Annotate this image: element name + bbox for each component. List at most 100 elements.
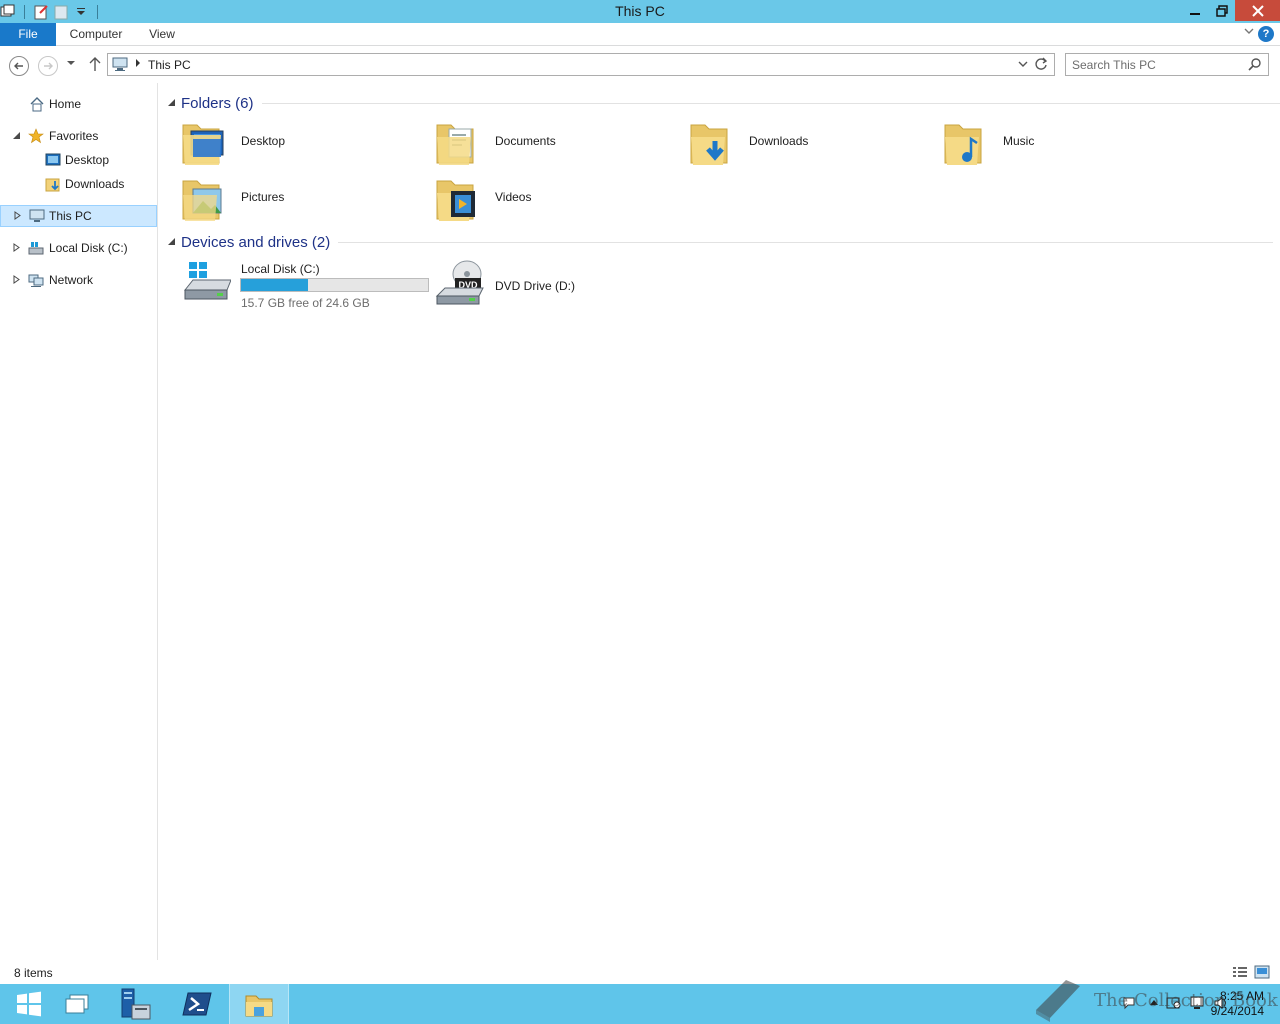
expand-icon[interactable] <box>13 210 22 222</box>
desktop-icon <box>45 152 61 168</box>
minimize-button[interactable] <box>1181 0 1208 21</box>
folder-label: Desktop <box>241 134 286 148</box>
windows-stack-icon <box>65 994 89 1014</box>
folder-tile-pictures[interactable]: Pictures <box>169 171 419 225</box>
drive-tile-dvd[interactable]: DVD DVD Drive (D:) <box>423 260 673 314</box>
nav-item-favorites-downloads[interactable]: Downloads <box>0 173 157 195</box>
expand-icon[interactable] <box>12 274 21 286</box>
back-arrow-icon <box>14 62 23 70</box>
recent-locations-button[interactable] <box>66 58 76 71</box>
expand-icon[interactable] <box>12 242 21 254</box>
downloads-folder-icon <box>689 117 737 167</box>
folder-tile-videos[interactable]: Videos <box>423 171 673 225</box>
refresh-icon[interactable] <box>1034 56 1048 75</box>
up-arrow-icon <box>89 57 101 71</box>
search-icon[interactable] <box>1248 57 1262 74</box>
nav-item-network[interactable]: Network <box>0 269 157 291</box>
disk-icon <box>28 240 44 256</box>
status-bar: 8 items <box>0 960 1280 984</box>
folder-tile-documents[interactable]: Documents <box>423 115 673 169</box>
desktop-folder-icon <box>181 117 229 167</box>
folders-group-header[interactable]: Folders (6) <box>167 93 1280 113</box>
network-icon <box>28 272 44 288</box>
pictures-folder-icon <box>181 173 229 223</box>
documents-folder-icon <box>435 117 483 167</box>
restore-icon <box>1215 4 1228 17</box>
navigation-bar: This PC <box>0 47 1280 83</box>
tab-view[interactable]: View <box>140 23 184 46</box>
home-icon <box>29 96 45 112</box>
group-divider <box>261 102 1280 104</box>
folder-tile-desktop[interactable]: Desktop <box>169 115 419 169</box>
drive-tile-local-disk[interactable]: Local Disk (C:) 15.7 GB free of 24.6 GB <box>169 260 431 314</box>
large-icons-view-icon[interactable] <box>1254 965 1270 982</box>
server-manager-button[interactable] <box>106 984 164 1024</box>
folder-label: Videos <box>495 190 532 204</box>
address-bar[interactable]: This PC <box>107 53 1055 76</box>
folder-label: Downloads <box>749 134 809 148</box>
help-icon[interactable]: ? <box>1258 26 1274 42</box>
local-disk-icon <box>181 260 232 310</box>
nav-item-favorites-desktop[interactable]: Desktop <box>0 149 157 171</box>
group-divider <box>338 241 1274 243</box>
breadcrumb-this-pc[interactable]: This PC <box>148 58 191 72</box>
nav-item-label: Home <box>49 97 82 111</box>
address-history-icon[interactable] <box>1018 59 1028 71</box>
nav-item-local-disk[interactable]: Local Disk (C:) <box>0 237 157 259</box>
group-title: Folders (6) <box>181 94 254 112</box>
file-explorer-button[interactable] <box>229 984 289 1024</box>
tab-computer[interactable]: Computer <box>62 23 130 46</box>
server-manager-icon <box>121 988 151 1020</box>
file-explorer-icon <box>245 995 273 1017</box>
forward-button[interactable] <box>38 56 58 76</box>
folder-label: Pictures <box>241 190 285 204</box>
pc-icon <box>112 57 130 75</box>
pc-icon <box>29 208 45 224</box>
tab-file[interactable]: File <box>0 23 56 46</box>
view-switcher <box>1232 965 1270 982</box>
notifications-flag-icon[interactable] <box>1122 996 1136 1013</box>
task-view-button[interactable] <box>48 984 106 1024</box>
up-button[interactable] <box>88 56 102 75</box>
minimize-icon <box>1189 12 1200 15</box>
videos-folder-icon <box>435 173 483 223</box>
close-button[interactable] <box>1235 0 1280 21</box>
drive-usage-fill <box>241 279 308 291</box>
powershell-button[interactable] <box>168 984 226 1024</box>
ribbon: File Computer View ? <box>0 23 1280 46</box>
volume-icon[interactable] <box>1214 996 1230 1013</box>
collapse-group-icon[interactable] <box>167 98 181 109</box>
drive-free-space: 15.7 GB free of 24.6 GB <box>241 296 370 310</box>
back-button[interactable] <box>9 56 29 76</box>
forward-arrow-icon <box>44 62 53 70</box>
nav-item-favorites[interactable]: Favorites <box>0 125 157 147</box>
network-tray-icon[interactable] <box>1190 996 1206 1013</box>
nav-item-home[interactable]: Home <box>0 93 157 115</box>
nav-item-label: Downloads <box>65 177 125 191</box>
drives-group-header[interactable]: Devices and drives (2) <box>167 232 1274 252</box>
nav-item-label: Favorites <box>49 129 99 143</box>
dvd-drive-icon: DVD <box>435 260 484 310</box>
folder-tile-downloads[interactable]: Downloads <box>677 115 927 169</box>
show-hidden-icons-icon[interactable] <box>1148 996 1160 1011</box>
close-icon <box>1251 4 1264 17</box>
drive-label: DVD Drive (D:) <box>495 279 575 293</box>
nav-item-this-pc[interactable]: This PC <box>0 205 157 227</box>
breadcrumb-separator-icon[interactable] <box>134 58 142 70</box>
folder-tile-music[interactable]: Music <box>931 115 1181 169</box>
search-input[interactable] <box>1072 57 1242 72</box>
folder-label: Documents <box>495 134 556 148</box>
group-title: Devices and drives (2) <box>181 233 331 251</box>
action-center-icon[interactable] <box>1166 996 1182 1013</box>
collapse-icon[interactable] <box>12 131 21 142</box>
expand-ribbon-icon[interactable] <box>1244 26 1254 39</box>
item-count: 8 items <box>14 966 53 980</box>
details-view-icon[interactable] <box>1232 965 1248 982</box>
search-box <box>1065 53 1269 76</box>
nav-item-label: This PC <box>49 209 92 223</box>
window-controls <box>1181 0 1280 23</box>
navigation-pane: Home Favorites Desktop Downloads This PC <box>0 83 158 960</box>
windows-logo-icon <box>17 991 41 1017</box>
restore-button[interactable] <box>1208 0 1235 21</box>
collapse-group-icon[interactable] <box>167 237 181 248</box>
